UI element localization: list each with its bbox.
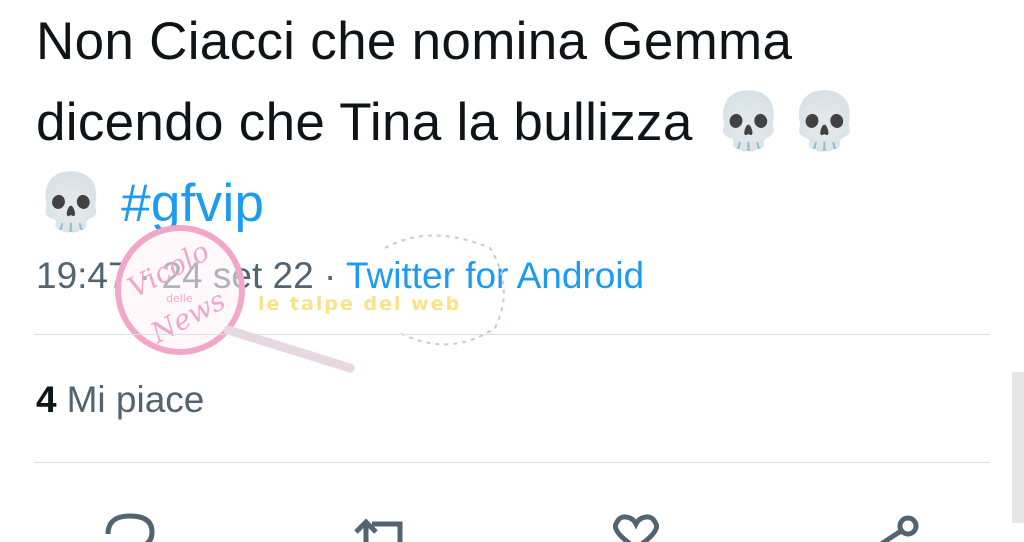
skull-emoji-icon: 💀 [713, 89, 784, 154]
likes-label: Mi piace [66, 379, 205, 420]
tweet-text: Non Ciacci che nomina Gemma dicendo che … [36, 2, 996, 244]
tweet-text-line-2: dicendo che Tina la bullizza 💀 💀 [36, 82, 996, 163]
meta-separator: · [138, 255, 152, 296]
tweet-time[interactable]: 19:47 [36, 255, 129, 296]
skull-emoji-icon: 💀 [36, 170, 107, 235]
likes-stat[interactable]: 4 Mi piace [36, 372, 204, 428]
hashtag-link[interactable]: #gfvip [121, 174, 264, 233]
tweet-text-line-3: 💀 #gfvip [36, 163, 996, 244]
tweet-text-line-1: Non Ciacci che nomina Gemma [36, 2, 996, 82]
share-icon[interactable] [860, 502, 920, 542]
tweet-metadata: 19:47 · 24 set 22 · Twitter for Android [36, 248, 644, 304]
divider [34, 334, 990, 335]
heart-icon[interactable] [606, 502, 666, 542]
likes-count: 4 [36, 379, 57, 420]
meta-separator: · [324, 255, 337, 296]
tweet-text-segment: dicendo che Tina la bullizza [36, 93, 693, 152]
scrollbar[interactable] [1012, 372, 1024, 523]
tweet-date[interactable]: 24 set 22 [161, 255, 313, 296]
skull-emoji-icon: 💀 [789, 89, 860, 154]
divider [34, 462, 990, 463]
tweet-action-bar [0, 492, 1024, 542]
retweet-icon[interactable] [350, 502, 410, 542]
tweet-source-link[interactable]: Twitter for Android [346, 255, 644, 296]
tweet-text-segment: Non Ciacci che nomina Gemma [36, 12, 793, 71]
reply-icon[interactable] [100, 502, 160, 542]
